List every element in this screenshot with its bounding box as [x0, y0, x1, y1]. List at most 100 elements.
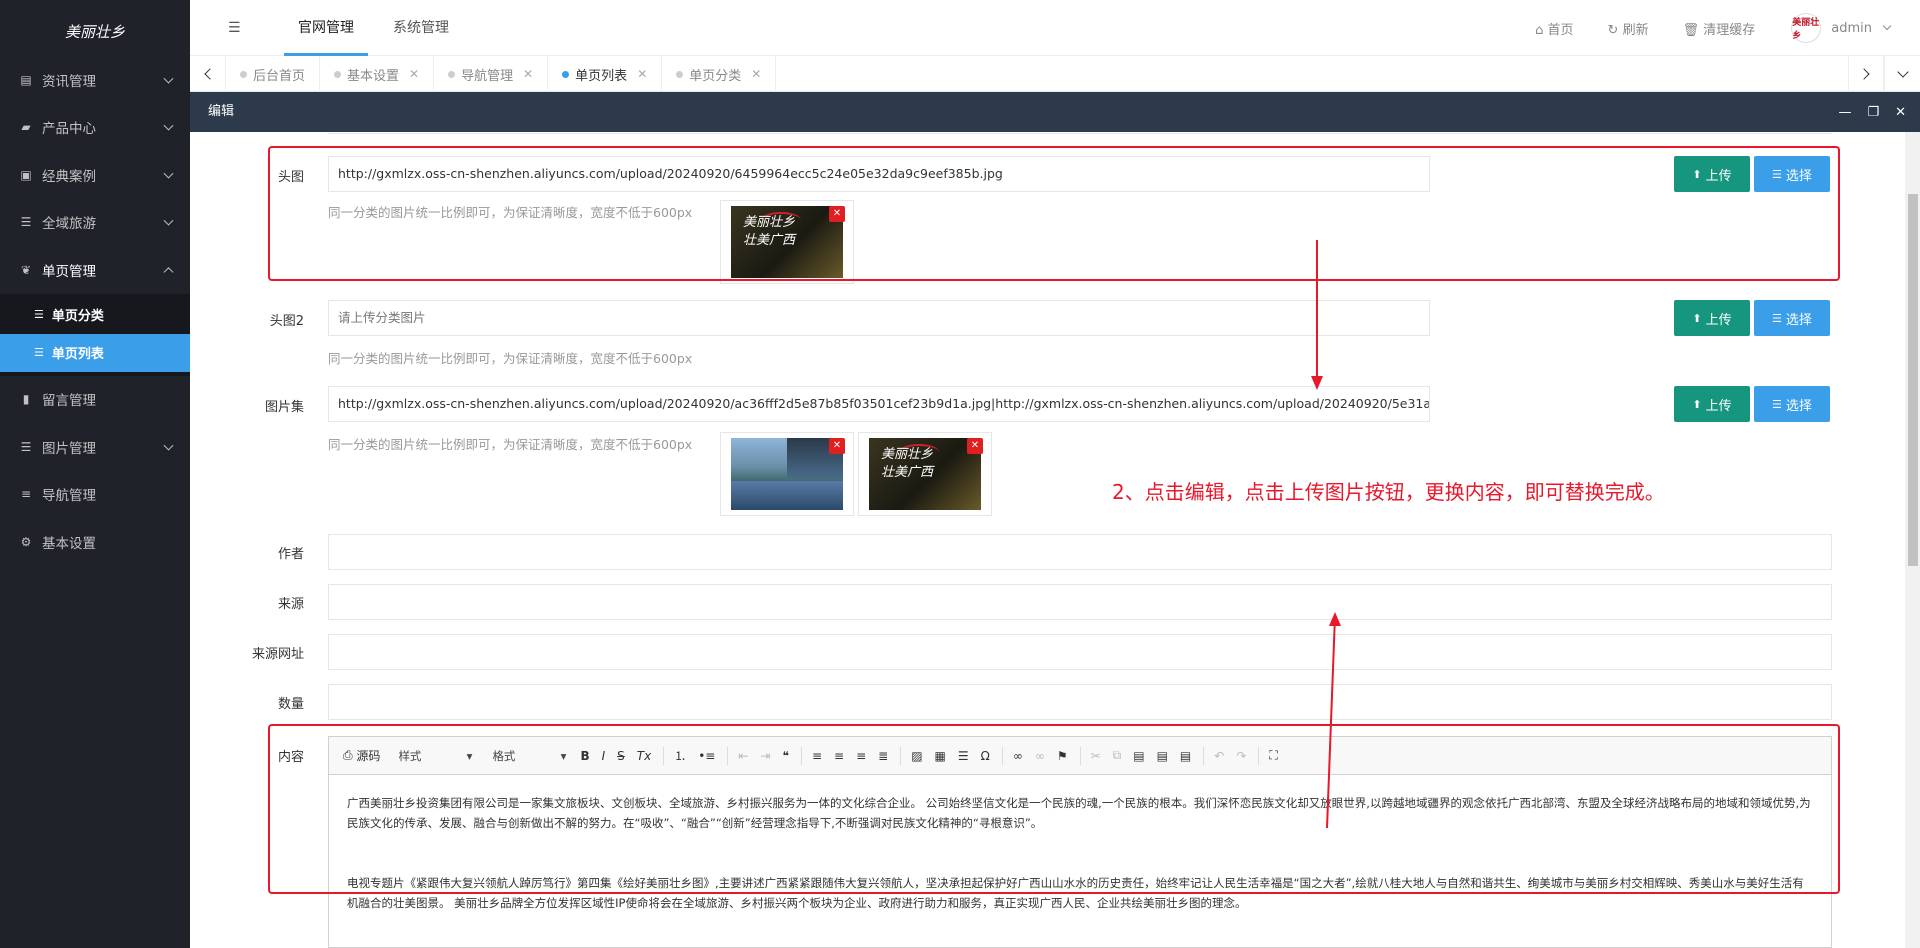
sidebar: 美丽壮乡 ▤ 资讯管理 ▰ 产品中心 ▣ 经典案例 ☰ 全域旅游 ❦ 单页管理 ☰ 单页分类…: [0, 0, 190, 948]
head-image2-hint: 同一分类的图片统一比例即可，为保证清晰度，宽度不低于600px: [328, 351, 693, 366]
dialog-title: 编辑: [208, 104, 235, 119]
instruction-annotation: 2、点击编辑，点击上传图片按钮，更换内容，即可替换完成。: [1112, 480, 1665, 504]
close-tab-icon[interactable]: ✕: [751, 67, 761, 81]
user-name[interactable]: admin: [1831, 21, 1872, 36]
gallery-hint: 同一分类的图片统一比例即可，为保证清晰度，宽度不低于600px: [328, 437, 693, 452]
remove-image-icon[interactable]: ✕: [967, 438, 983, 454]
list-icon: ☰: [1772, 311, 1782, 325]
menu-toggle-icon[interactable]: ☰: [228, 20, 241, 36]
dialog-scrollbar[interactable]: [1905, 132, 1920, 948]
gallery-select-button[interactable]: ☰ 选择: [1754, 386, 1830, 422]
sidebar-item-label: 经典案例: [42, 168, 96, 185]
logo-text: 美丽壮乡: [64, 22, 125, 41]
upload-label: 上传: [1705, 312, 1732, 328]
edit-dialog-header: 编辑 — ❐ ✕: [190, 92, 1920, 132]
chevron-down-icon: [163, 120, 174, 131]
tab-dot: [240, 70, 247, 78]
gallery-label: 图片集: [264, 400, 304, 415]
sidebar-subnav: ☰ 单页分类 ☰ 单页列表: [0, 293, 190, 376]
sidebar-item-images[interactable]: ☰ 图片管理: [0, 423, 190, 471]
sidebar-item-pages[interactable]: ❦ 单页管理: [0, 246, 190, 294]
source-input[interactable]: [328, 584, 1832, 620]
sidebar-item-messages[interactable]: ▮ 留言管理: [0, 376, 190, 424]
sidebar-subitem-label: 单页分类: [51, 309, 104, 324]
sidebar-item-label: 资讯管理: [42, 73, 96, 90]
avatar[interactable]: 美丽壮乡: [1791, 13, 1822, 43]
tab-dot: [562, 70, 570, 78]
chevron-left-icon: [203, 68, 216, 80]
home-link[interactable]: ⌂ 首页: [1535, 19, 1573, 38]
page-tab-label: 单页分类: [689, 68, 742, 84]
page-tab-page-category[interactable]: 单页分类 ✕: [662, 56, 777, 92]
close-icon[interactable]: ✕: [1895, 105, 1906, 120]
page-tab-label: 单页列表: [575, 68, 628, 84]
close-tab-icon[interactable]: ✕: [637, 67, 647, 81]
top-header: ☰ 官网管理 系统管理 ⌂ 首页 ↻ 刷新 🗑︎ 清理缓存 美丽壮乡 admin: [190, 0, 1920, 56]
scrollbar-thumb[interactable]: [1908, 194, 1918, 566]
head-image2-input[interactable]: 请上传分类图片: [328, 300, 1430, 336]
sidebar-item-label: 图片管理: [42, 440, 96, 457]
author-input[interactable]: [328, 534, 1832, 570]
dialog-controls: — ❐ ✕: [1838, 92, 1906, 132]
close-tab-icon[interactable]: ✕: [409, 67, 419, 81]
logo[interactable]: 美丽壮乡: [0, 0, 190, 56]
sidebar-item-cases[interactable]: ▣ 经典案例: [0, 151, 190, 199]
sidebar-item-news[interactable]: ▤ 资讯管理: [0, 56, 190, 104]
gallery-url-input[interactable]: http://gxmlzx.oss-cn-shenzhen.aliyuncs.c…: [328, 386, 1430, 422]
sidebar-item-settings[interactable]: ⚙ 基本设置: [0, 518, 190, 566]
sidebar-item-navigation[interactable]: ≡ 导航管理: [0, 471, 190, 519]
sidebar-item-products[interactable]: ▰ 产品中心: [0, 104, 190, 152]
sidebar-item-label: 产品中心: [42, 121, 96, 138]
page-tabs: 后台首页 基本设置 ✕ 导航管理 ✕ 单页列表 ✕ 单页分类 ✕: [226, 56, 777, 92]
highlight-box-head-image: [268, 146, 1840, 281]
tabs-scroll-left-button[interactable]: [190, 56, 226, 92]
close-tab-icon[interactable]: ✕: [523, 67, 533, 81]
page-tab-navigation[interactable]: 导航管理 ✕: [434, 56, 549, 92]
sidebar-subitem-page-category[interactable]: ☰ 单页分类: [0, 296, 190, 334]
home-icon: ⌂: [1535, 22, 1544, 38]
minimize-icon[interactable]: —: [1838, 105, 1851, 120]
header-links: ⌂ 首页 ↻ 刷新 🗑︎ 清理缓存 美丽壮乡 admin: [1501, 0, 1892, 56]
source-url-input[interactable]: [328, 634, 1832, 670]
thumbnail-image: 美丽壮乡 壮美广西: [869, 438, 981, 510]
head-image2-label: 头图2: [269, 314, 304, 329]
sidebar-item-tourism[interactable]: ☰ 全域旅游: [0, 199, 190, 247]
sidebar-subitem-page-list[interactable]: ☰ 单页列表: [0, 333, 190, 372]
chevron-down-icon[interactable]: [1882, 21, 1892, 31]
refresh-link-label: 刷新: [1622, 22, 1649, 38]
tab-website-management[interactable]: 官网管理: [284, 0, 368, 56]
sidebar-item-label: 全域旅游: [42, 216, 96, 233]
clear-cache-link[interactable]: 🗑︎ 清理缓存: [1683, 19, 1756, 38]
previous-field-edge: [328, 132, 1832, 134]
photo-panel: [731, 481, 843, 510]
thumbnail-caption: 美丽壮乡 壮美广西: [881, 447, 934, 480]
clear-cache-label: 清理缓存: [1703, 22, 1756, 38]
page-tab-page-list[interactable]: 单页列表 ✕: [548, 56, 663, 92]
source-label: 来源: [277, 597, 304, 612]
document-icon: ▤: [20, 72, 32, 87]
head-image2-upload-button[interactable]: ⬆ 上传: [1674, 300, 1750, 336]
page-tab-label: 基本设置: [347, 68, 400, 84]
remove-image-icon[interactable]: ✕: [829, 438, 845, 454]
source-url-label: 来源网址: [251, 647, 304, 662]
tabs-menu-button[interactable]: [1884, 56, 1920, 92]
thumbnail-image: [731, 438, 843, 510]
head-image2-select-button[interactable]: ☰ 选择: [1754, 300, 1830, 336]
tab-dot: [676, 70, 684, 78]
tabs-scroll-right-button[interactable]: [1848, 56, 1884, 92]
page-tab-basic-settings[interactable]: 基本设置 ✕: [320, 56, 435, 92]
gear-icon: ⚙: [20, 534, 32, 549]
gallery-upload-button[interactable]: ⬆ 上传: [1674, 386, 1750, 422]
gallery-thumbnail-1[interactable]: ✕: [720, 432, 854, 516]
list-icon: ☰: [1772, 397, 1782, 411]
page-tab-dashboard[interactable]: 后台首页: [226, 56, 321, 92]
tab-system-management[interactable]: 系统管理: [379, 0, 463, 56]
upload-icon: ⬆: [1692, 311, 1702, 325]
refresh-link[interactable]: ↻ 刷新: [1608, 19, 1649, 38]
quantity-label: 数量: [277, 697, 304, 712]
gallery-thumbnail-2[interactable]: 美丽壮乡 壮美广西 ✕: [858, 432, 992, 516]
quantity-input[interactable]: [328, 684, 1832, 720]
maximize-icon[interactable]: ❐: [1867, 105, 1879, 120]
edit-dialog-body: 头图 http://gxmlzx.oss-cn-shenzhen.aliyunc…: [190, 132, 1920, 948]
tab-dot: [448, 70, 456, 78]
